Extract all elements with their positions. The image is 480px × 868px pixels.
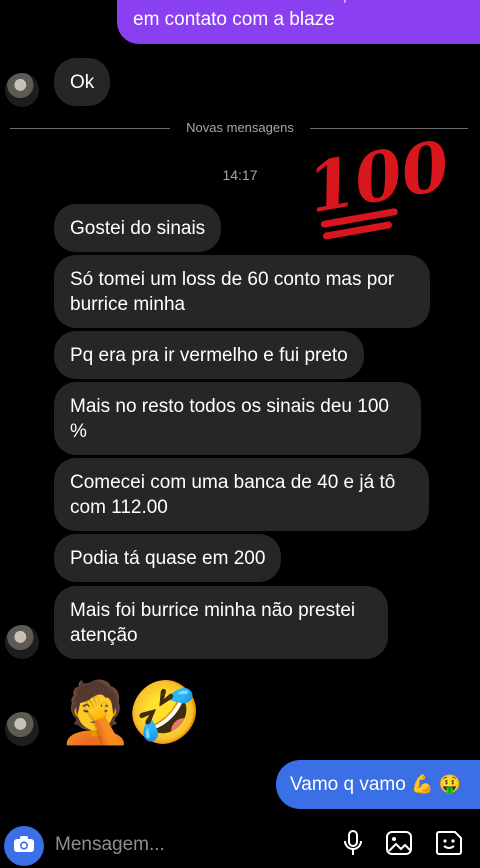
rofl-emoji[interactable]: 🤣 — [127, 683, 202, 743]
message-text: Pq era pra ir vermelho e fui preto — [70, 345, 348, 366]
muscle-emoji: 💪 — [411, 774, 434, 794]
incoming-message[interactable]: Mais foi burrice minha não prestei atenç… — [54, 586, 388, 659]
gallery-icon[interactable] — [385, 830, 413, 861]
incoming-message[interactable]: Só tomei um loss de 60 conto mas por bur… — [54, 255, 430, 328]
outgoing-message[interactable]: Nao sabemos sobre isso, tente entrar em … — [117, 0, 480, 44]
avatar[interactable] — [5, 73, 39, 107]
camera-icon — [13, 835, 35, 858]
sticker-icon[interactable] — [435, 830, 463, 861]
message-text: Ok — [70, 72, 95, 93]
message-text: Só tomei um loss de 60 conto mas por bur… — [70, 269, 395, 315]
hundred-points-icon: 100 — [302, 126, 455, 252]
avatar[interactable] — [5, 625, 39, 659]
facepalm-emoji[interactable]: 🤦 — [58, 683, 133, 743]
incoming-message[interactable]: Mais no resto todos os sinais deu 100 % — [54, 382, 421, 455]
message-text: Nao sabemos sobre isso, tente entrar em … — [133, 0, 450, 30]
avatar[interactable] — [5, 712, 39, 746]
divider-line-right — [310, 128, 468, 129]
message-text: Comecei com uma banca de 40 e já tô com … — [70, 472, 396, 518]
message-composer — [0, 818, 480, 868]
incoming-message[interactable]: Ok — [54, 58, 111, 106]
incoming-message[interactable]: Podia tá quase em 200 — [54, 534, 282, 582]
message-text: Mais foi burrice minha não prestei atenç… — [70, 600, 356, 646]
message-text: Gostei do sinais — [70, 218, 206, 239]
message-text: Vamo q vamo — [290, 774, 406, 795]
message-text: Mais no resto todos os sinais deu 100 % — [70, 396, 389, 442]
camera-button[interactable] — [4, 826, 44, 866]
message-text: Podia tá quase em 200 — [70, 548, 266, 569]
money-face-emoji: 🤑 — [438, 774, 462, 794]
outgoing-message[interactable]: Vamo q vamo 💪 🤑 — [276, 760, 480, 809]
incoming-message[interactable]: Gostei do sinais — [54, 204, 222, 252]
incoming-message[interactable]: Comecei com uma banca de 40 e já tô com … — [54, 458, 429, 531]
incoming-message[interactable]: Pq era pra ir vermelho e fui preto — [54, 331, 364, 379]
microphone-icon[interactable] — [343, 830, 363, 861]
